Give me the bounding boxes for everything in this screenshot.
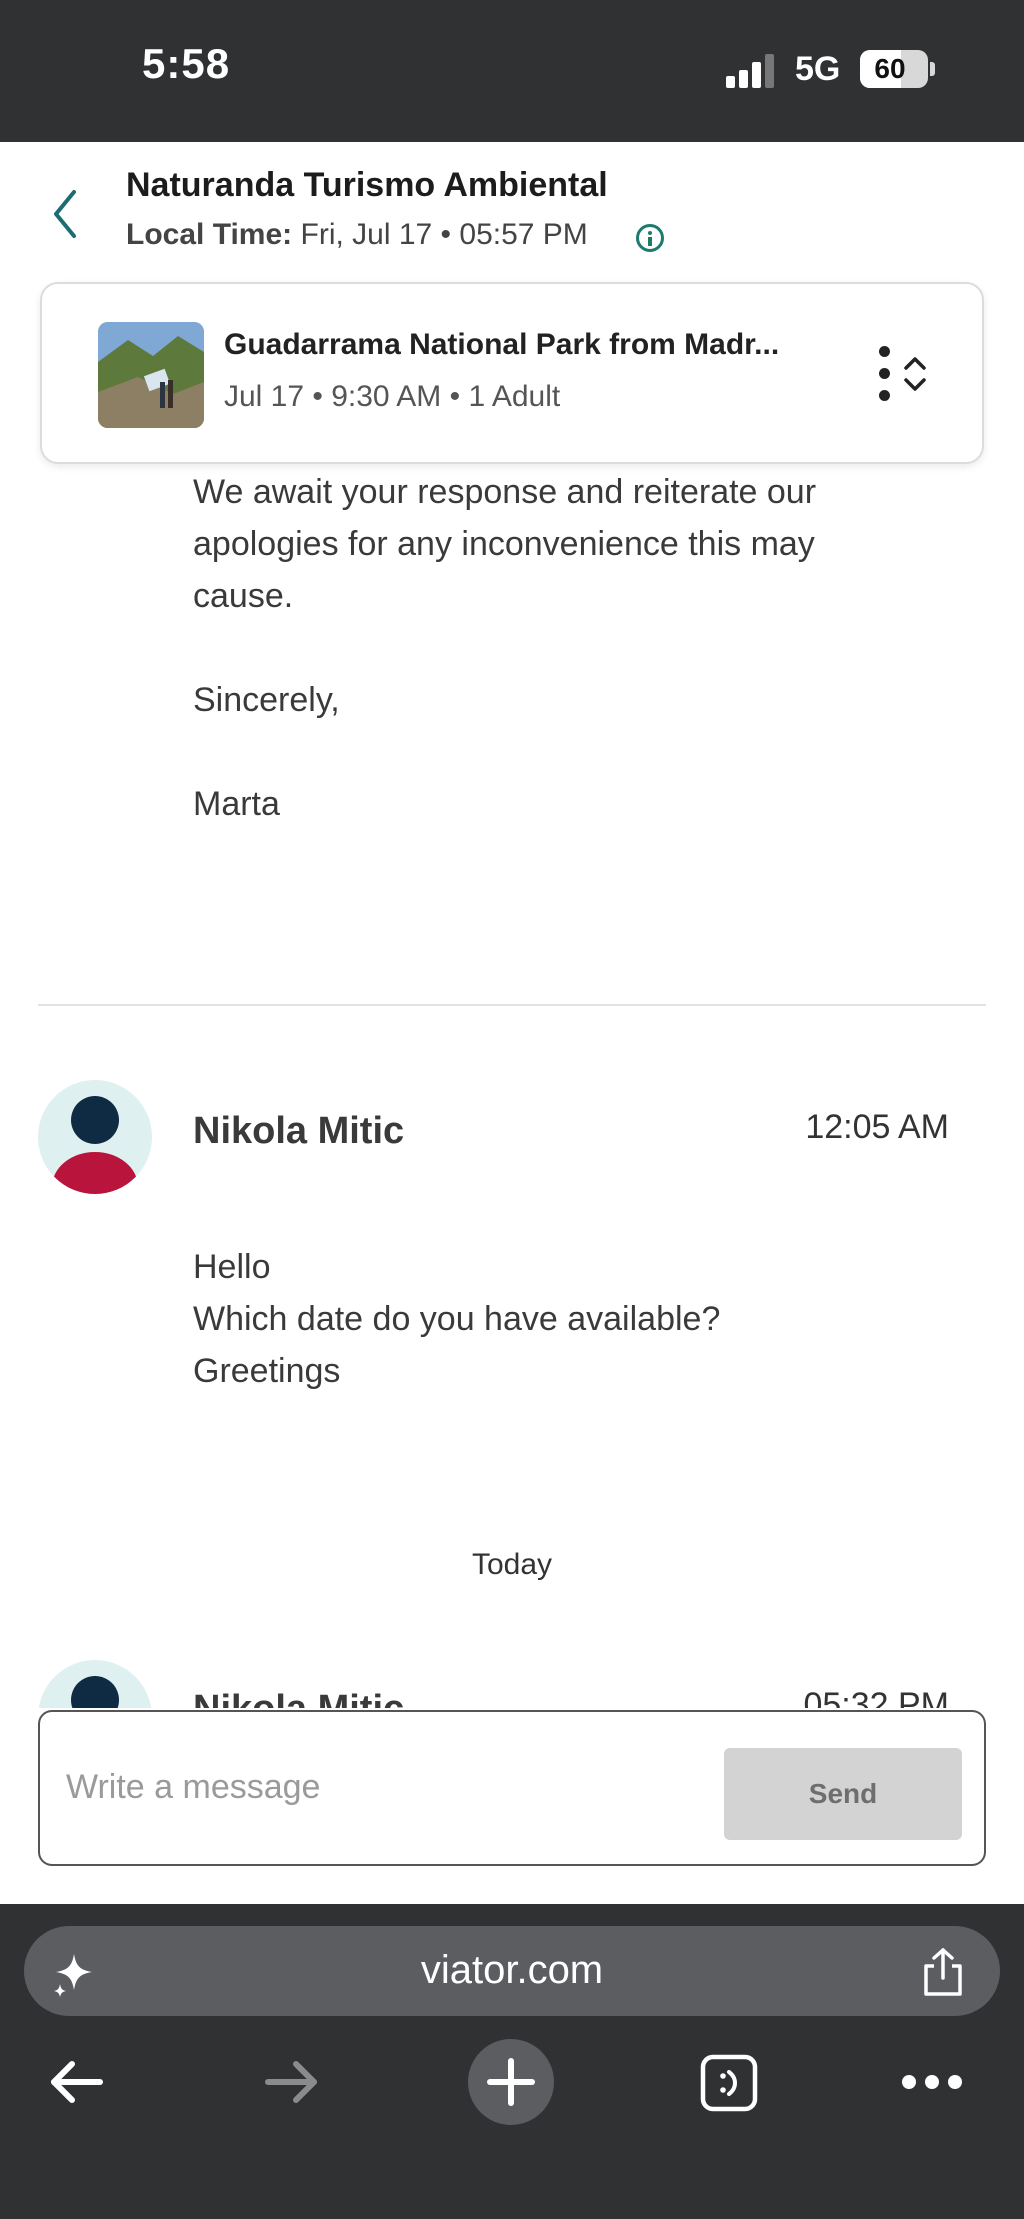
conversation-header — [0, 142, 1024, 282]
nav-back-icon[interactable] — [46, 2056, 106, 2108]
message-divider — [38, 1004, 986, 1006]
more-icon[interactable] — [900, 2072, 964, 2092]
message-line: Marta — [193, 785, 280, 823]
plus-icon — [487, 2058, 535, 2106]
info-icon[interactable] — [636, 224, 664, 252]
date-separator: Today — [471, 1548, 553, 1581]
message-body: Hello Which date do you have available? … — [193, 1241, 720, 1397]
sparkle-icon[interactable] — [52, 1950, 100, 1998]
message-line: cause. — [193, 577, 294, 615]
message-line: We await your response and reiterate our — [193, 473, 817, 511]
message-line: Hello — [193, 1248, 271, 1286]
message-line — [193, 622, 816, 674]
page: 5:58 5G 60 Naturanda Turismo Ambiental L… — [0, 0, 1024, 2219]
tour-thumbnail — [98, 322, 204, 428]
message-line: Greetings — [193, 1352, 341, 1390]
nav-forward-icon[interactable] — [262, 2056, 322, 2108]
signal-icon — [726, 54, 778, 88]
battery-icon: 60 — [860, 50, 928, 88]
kebab-icon[interactable] — [874, 344, 894, 404]
local-time-label: Local Time: — [126, 218, 293, 251]
message-time: 12:05 AM — [805, 1108, 949, 1146]
message-line: apologies for any inconvenience this may — [193, 525, 815, 563]
status-time: 5:58 — [142, 40, 231, 87]
message-line — [193, 726, 816, 778]
send-button[interactable]: Send — [724, 1748, 962, 1840]
status-bar: 5:58 5G 60 — [0, 0, 1024, 142]
supplier-name: Naturanda Turismo Ambiental — [126, 166, 608, 204]
url-text: viator.com — [420, 1948, 604, 1992]
back-icon[interactable] — [44, 184, 84, 244]
booking-meta: Jul 17 • 9:30 AM • 1 Adult — [224, 380, 561, 413]
message-input[interactable] — [66, 1752, 716, 1822]
network-label: 5G — [795, 50, 841, 88]
local-time: Local Time: Fri, Jul 17 • 05:57 PM — [126, 218, 588, 252]
avatar — [38, 1080, 152, 1194]
share-icon[interactable] — [920, 1946, 966, 1998]
battery-nub — [930, 62, 935, 76]
message-line: Sincerely, — [193, 681, 340, 719]
booking-card[interactable]: Guadarrama National Park from Madr... Ju… — [40, 282, 984, 464]
message-body: We await your response and reiterate our… — [193, 466, 816, 830]
tabs-icon[interactable] — [698, 2052, 760, 2114]
expand-icon[interactable] — [900, 348, 930, 400]
message-line: Which date do you have available? — [193, 1300, 721, 1338]
battery-level: 60 — [874, 53, 906, 84]
local-time-value: Fri, Jul 17 • 05:57 PM — [300, 218, 588, 251]
message-composer: Send — [38, 1710, 986, 1866]
sender-name: Nikola Mitic — [193, 1110, 405, 1152]
new-tab-button[interactable] — [468, 2039, 554, 2125]
booking-title: Guadarrama National Park from Madr... — [224, 328, 780, 361]
